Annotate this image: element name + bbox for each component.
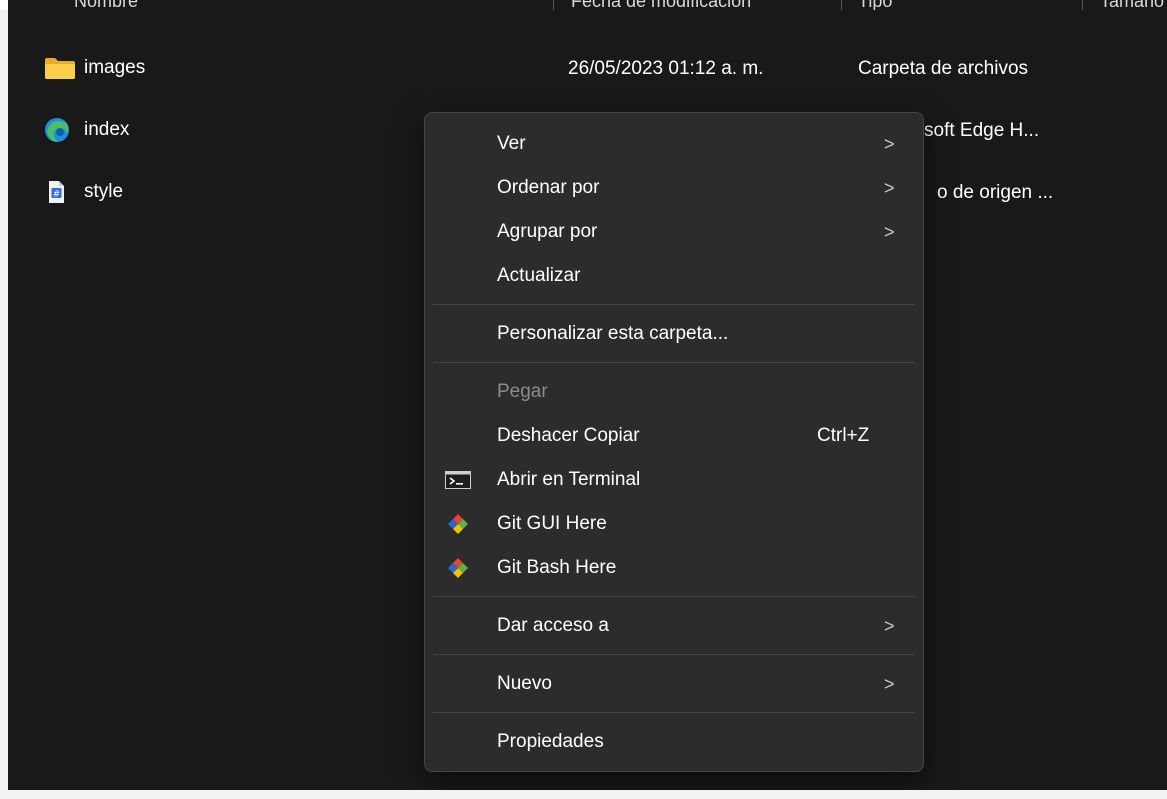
terminal-icon [445, 468, 471, 492]
column-header-type[interactable]: Tipo [858, 0, 892, 10]
menu-item-label: Dar acceso a [497, 615, 609, 636]
menu-separator [433, 596, 915, 597]
file-name: images [84, 57, 146, 78]
column-separator[interactable] [553, 0, 554, 10]
file-type-partial: soft Edge H... [924, 120, 1040, 141]
menu-item-deshacer-copiar[interactable]: Deshacer Copiar Ctrl+Z [425, 415, 923, 457]
menu-item-label: Agrupar por [497, 221, 598, 242]
menu-item-label: Git GUI Here [497, 513, 607, 534]
column-header-row: Nombre Fecha de modificación Tipo Tamaño [8, 0, 1167, 10]
file-row-index[interactable]: index [44, 115, 129, 145]
menu-item-label: Actualizar [497, 265, 581, 286]
menu-item-git-gui[interactable]: Git GUI Here [425, 503, 923, 545]
svg-text:#: # [53, 190, 61, 200]
column-separator[interactable] [841, 0, 842, 10]
column-header-size[interactable]: Tamaño [1100, 0, 1164, 10]
menu-item-ver[interactable]: Ver > [425, 123, 923, 165]
column-header-name[interactable]: Nombre [74, 0, 138, 10]
menu-item-label: Git Bash Here [497, 557, 617, 578]
menu-separator [433, 712, 915, 713]
menu-item-dar-acceso[interactable]: Dar acceso a > [425, 605, 923, 647]
column-header-date[interactable]: Fecha de modificación [571, 0, 751, 10]
menu-item-abrir-terminal[interactable]: Abrir en Terminal [425, 459, 923, 501]
menu-item-label: Propiedades [497, 731, 604, 752]
menu-item-label: Pegar [497, 381, 548, 402]
menu-item-personalizar[interactable]: Personalizar esta carpeta... [425, 313, 923, 355]
menu-item-label: Ver [497, 133, 526, 154]
menu-separator [433, 654, 915, 655]
menu-separator [433, 362, 915, 363]
edge-icon [44, 118, 76, 142]
file-row-images[interactable]: images [44, 53, 145, 83]
menu-separator [433, 304, 915, 305]
menu-item-actualizar[interactable]: Actualizar [425, 255, 923, 297]
chevron-right-icon: > [884, 134, 895, 154]
menu-item-nuevo[interactable]: Nuevo > [425, 663, 923, 705]
folder-icon [44, 56, 76, 80]
menu-item-label: Ordenar por [497, 177, 600, 198]
context-menu: Ver > Ordenar por > Agrupar por > Actual… [424, 112, 924, 772]
window-frame-left [0, 0, 8, 799]
file-date: 26/05/2023 01:12 a. m. [568, 58, 764, 79]
menu-item-label: Deshacer Copiar [497, 425, 640, 446]
file-type-partial: o de origen ... [937, 182, 1054, 203]
chevron-right-icon: > [884, 178, 895, 198]
menu-item-ordenar-por[interactable]: Ordenar por > [425, 167, 923, 209]
file-type: Carpeta de archivos [858, 58, 1029, 79]
menu-item-agrupar-por[interactable]: Agrupar por > [425, 211, 923, 253]
git-bash-icon [445, 556, 471, 580]
column-separator[interactable] [1082, 0, 1083, 10]
window-frame-bottom [0, 790, 1167, 799]
git-gui-icon [445, 512, 471, 536]
menu-item-label: Personalizar esta carpeta... [497, 323, 729, 344]
menu-item-label: Nuevo [497, 673, 552, 694]
css-file-icon: # [44, 180, 76, 204]
file-name: style [84, 181, 124, 202]
menu-item-label: Abrir en Terminal [497, 469, 641, 490]
chevron-right-icon: > [884, 616, 895, 636]
chevron-right-icon: > [884, 674, 895, 694]
file-row-style[interactable]: # style [44, 177, 123, 207]
chevron-right-icon: > [884, 222, 895, 242]
menu-item-propiedades[interactable]: Propiedades [425, 721, 923, 763]
keyboard-shortcut: Ctrl+Z [817, 425, 870, 446]
file-name: index [84, 119, 130, 140]
menu-item-pegar[interactable]: Pegar [425, 371, 923, 413]
menu-item-git-bash[interactable]: Git Bash Here [425, 547, 923, 589]
